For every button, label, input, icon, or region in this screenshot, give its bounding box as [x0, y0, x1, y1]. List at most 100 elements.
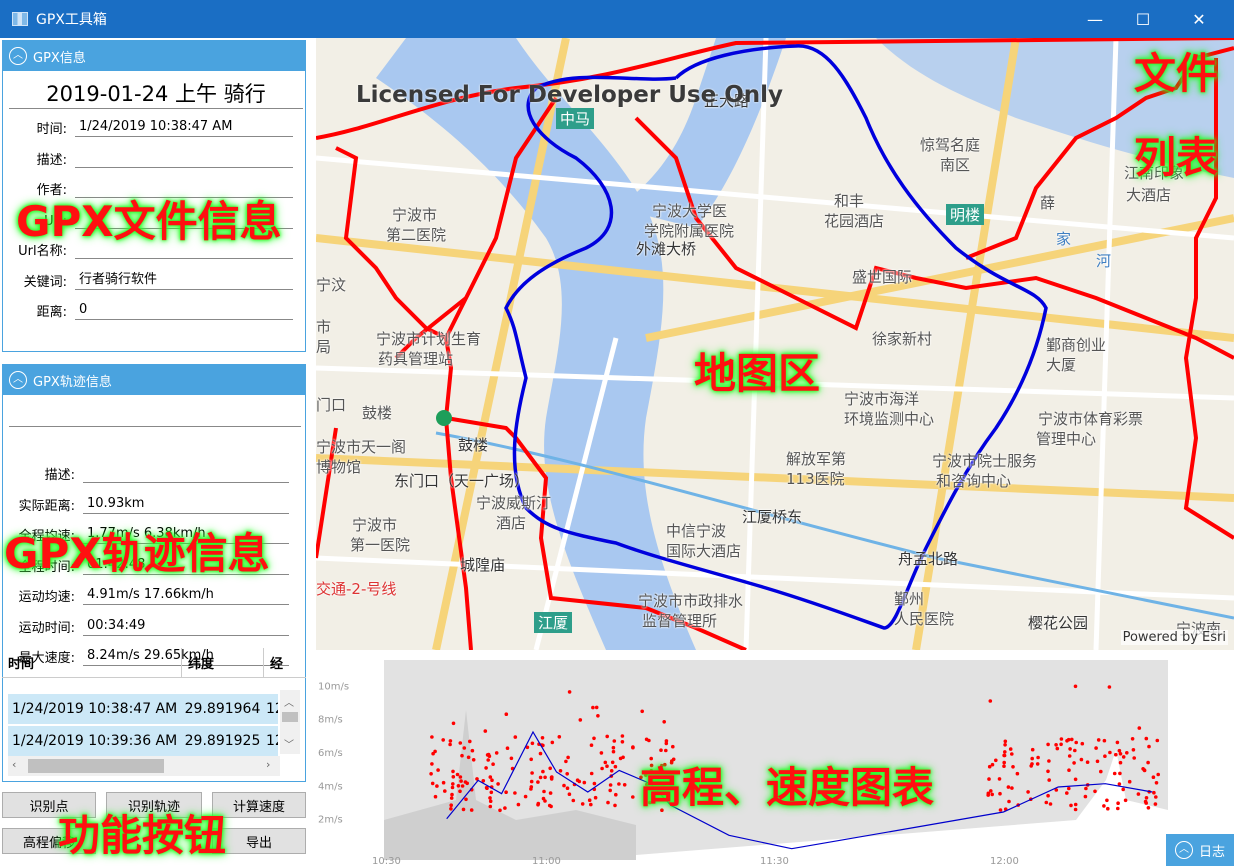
field-value[interactable]: 00:34:49 [83, 614, 289, 636]
speed-point [1006, 785, 1011, 789]
calc-speed-button[interactable]: 计算速度 [212, 792, 306, 818]
speed-point [613, 803, 617, 808]
scroll-right-icon[interactable]: › [266, 758, 270, 771]
speed-point [1029, 764, 1033, 768]
speed-point [490, 778, 494, 782]
log-button[interactable]: ︿ 日志 [1166, 834, 1234, 866]
column-header-time[interactable]: 时间 [2, 648, 182, 677]
speed-point [1010, 786, 1014, 790]
speed-point [1047, 759, 1051, 763]
table-row[interactable]: 1/24/2019 10:38:47 AM 29.891964 12 [8, 694, 278, 724]
close-button[interactable]: ✕ [1176, 0, 1222, 38]
speed-point [1103, 754, 1107, 758]
speed-point [1154, 795, 1158, 799]
y-tick-label: 4m/s [318, 781, 343, 792]
speed-point [1059, 742, 1063, 747]
export-button[interactable]: 导出 [212, 828, 306, 854]
cell-time: 1/24/2019 10:38:47 AM [12, 701, 178, 717]
column-header-longitude[interactable]: 经 [264, 648, 304, 677]
speed-point [1026, 790, 1030, 794]
speed-point [620, 734, 625, 738]
speed-point [557, 735, 562, 739]
speed-point [593, 795, 598, 800]
track-name-field[interactable] [9, 405, 301, 427]
start-marker-icon[interactable] [436, 410, 452, 426]
speed-point [1046, 742, 1050, 747]
field-value[interactable] [83, 461, 289, 483]
collapse-chevron-icon[interactable]: ︿ [9, 371, 27, 389]
speed-point [640, 709, 644, 714]
overlay-label-file-list-2: 列表 [1134, 133, 1219, 182]
table-vertical-scrollbar[interactable]: ︿ ﹀ [280, 690, 300, 754]
map-app-icon [12, 12, 28, 26]
track-info-header[interactable]: ︿ GPX轨迹信息 [3, 365, 305, 395]
speed-point [1002, 753, 1007, 758]
field-value[interactable] [75, 146, 293, 168]
map-label: 管理中心 [1036, 430, 1097, 448]
map-label: 国际大酒店 [666, 542, 742, 560]
speed-point [450, 792, 454, 797]
scroll-left-icon[interactable]: ‹ [12, 758, 16, 771]
map-attribution[interactable]: Powered by Esri [1120, 630, 1228, 645]
speed-point [567, 792, 572, 796]
speed-point [567, 690, 572, 694]
speed-point [578, 718, 583, 722]
speed-point [1068, 747, 1072, 751]
field-value[interactable]: 1/24/2019 10:38:47 AM [75, 115, 293, 137]
map-label: 宁波市 [352, 516, 398, 534]
scroll-down-icon[interactable]: ﹀ [284, 736, 294, 751]
overlay-label-chart-area: 高程、速度图表 [640, 763, 935, 812]
cell-longitude: 12 [266, 701, 278, 717]
speed-point [1065, 739, 1069, 743]
speed-point [608, 788, 612, 793]
speed-point [1127, 779, 1132, 784]
speed-point [1036, 755, 1040, 760]
speed-point [498, 808, 502, 813]
speed-point [1080, 741, 1085, 746]
speed-point [504, 712, 509, 716]
speed-point [571, 798, 576, 803]
scroll-up-icon[interactable]: ︿ [284, 694, 294, 709]
speed-point [1107, 685, 1112, 689]
map-label: 家 [1056, 230, 1072, 248]
column-header-latitude[interactable]: 纬度 [182, 648, 264, 677]
map-label: 鼓楼 [458, 436, 489, 454]
map-label: 宁波市天一阁 [316, 438, 407, 456]
speed-point [488, 775, 493, 779]
speed-point [1106, 806, 1110, 811]
map-label: 东门口（天一广场） [394, 472, 530, 490]
gpx-info-header[interactable]: ︿ GPX信息 [3, 41, 305, 71]
speed-point [1132, 756, 1136, 760]
speed-point [496, 782, 500, 786]
field-row: 运动均速: 4.91m/s 17.66km/h [3, 581, 307, 605]
speed-point [488, 796, 492, 800]
speed-point [433, 749, 437, 754]
map-label: 第二医院 [386, 226, 447, 244]
speed-point [1067, 754, 1072, 758]
horizontal-scroll-thumb[interactable] [28, 759, 164, 773]
speed-point [548, 791, 553, 795]
speed-point [1015, 771, 1020, 776]
field-value[interactable]: 0 [75, 298, 293, 320]
map-label: 大酒店 [1126, 186, 1172, 204]
gpx-title-field[interactable]: 2019-01-24 上午 骑行 [9, 79, 303, 109]
table-row[interactable]: 1/24/2019 10:39:36 AM 29.891925 12 [8, 726, 278, 756]
field-value[interactable]: 4.91m/s 17.66km/h [83, 583, 289, 605]
speed-point [550, 740, 555, 745]
speed-point [1102, 804, 1106, 808]
map-label: 河 [1096, 252, 1112, 270]
speed-point [548, 766, 552, 771]
map-label: 惊驾名庭 [920, 136, 981, 154]
collapse-chevron-icon[interactable]: ︿ [9, 47, 27, 65]
field-value[interactable]: 行者骑行软件 [75, 268, 293, 290]
map-label: 局 [316, 338, 332, 356]
speed-point [1010, 752, 1014, 756]
maximize-button[interactable]: ☐ [1120, 0, 1166, 38]
minimize-button[interactable]: — [1072, 0, 1118, 38]
field-value[interactable]: 10.93km [83, 492, 289, 514]
overlay-label-file-info: GPX文件信息 [16, 197, 282, 246]
speed-point [1137, 726, 1142, 730]
vertical-scroll-thumb[interactable] [282, 712, 298, 722]
map-label: 樱花公园 [1028, 614, 1089, 632]
table-horizontal-scrollbar[interactable]: ‹ › [8, 756, 280, 776]
